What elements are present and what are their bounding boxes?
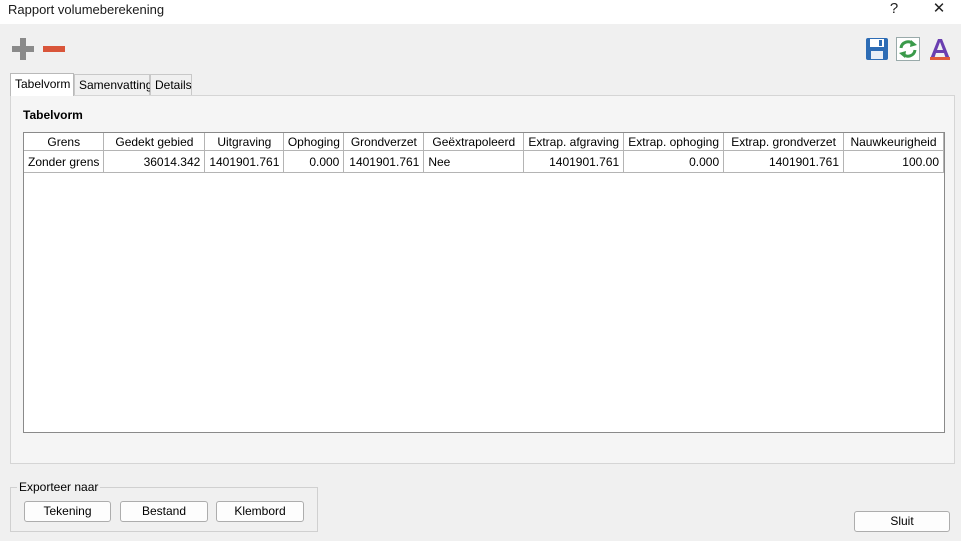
refresh-icon[interactable] xyxy=(895,36,921,62)
window-title: Rapport volumeberekening xyxy=(8,2,165,17)
table-cell: 1401901.761 xyxy=(723,150,845,173)
close-window-button[interactable]: ✕ xyxy=(921,0,957,20)
tab-details[interactable]: Details xyxy=(150,74,192,95)
column-header[interactable]: Grondverzet xyxy=(343,133,425,151)
column-header[interactable]: Grens xyxy=(24,133,105,151)
tab-panel: Tabelvorm Grens Gedekt gebied Uitgraving… xyxy=(10,95,955,464)
table-cell: 36014.342 xyxy=(103,150,206,173)
table-cell: Zonder grens xyxy=(24,150,105,173)
tab-samenvatting[interactable]: Samenvatting xyxy=(74,74,152,95)
column-header[interactable]: Extrap. afgraving xyxy=(523,133,625,151)
column-header[interactable]: Gedekt gebied xyxy=(103,133,206,151)
export-clipboard-button[interactable]: Klembord xyxy=(216,501,304,522)
font-icon[interactable] xyxy=(927,36,953,62)
table-cell: 1401901.761 xyxy=(523,150,625,173)
table-cell: 0.000 xyxy=(283,150,345,173)
column-header[interactable]: Extrap. ophoging xyxy=(623,133,725,151)
title-bar: Rapport volumeberekening ? ✕ xyxy=(0,0,961,24)
panel-title: Tabelvorm xyxy=(23,108,83,122)
table-cell: 0.000 xyxy=(623,150,725,173)
results-grid[interactable]: Grens Gedekt gebied Uitgraving Ophoging … xyxy=(23,132,945,433)
close-button[interactable]: Sluit xyxy=(854,511,950,532)
export-drawing-button[interactable]: Tekening xyxy=(24,501,111,522)
tab-tabelvorm[interactable]: Tabelvorm xyxy=(10,73,74,96)
export-file-button[interactable]: Bestand xyxy=(120,501,208,522)
save-icon[interactable] xyxy=(864,36,890,62)
column-header[interactable]: Uitgraving xyxy=(204,133,285,151)
column-header[interactable]: Geëxtrapoleerd xyxy=(423,133,525,151)
column-header[interactable]: Ophoging xyxy=(283,133,345,151)
help-button[interactable]: ? xyxy=(876,0,912,20)
table-cell: 1401901.761 xyxy=(204,150,285,173)
results-table: Grens Gedekt gebied Uitgraving Ophoging … xyxy=(24,133,944,173)
table-header-row: Grens Gedekt gebied Uitgraving Ophoging … xyxy=(24,133,944,151)
table-row[interactable]: Zonder grens 36014.342 1401901.761 0.000… xyxy=(24,150,944,173)
plus-icon[interactable] xyxy=(10,36,36,62)
minus-icon[interactable] xyxy=(41,36,67,62)
export-group: Exporteer naar Tekening Bestand Klembord xyxy=(10,480,318,532)
export-legend: Exporteer naar xyxy=(17,480,101,494)
table-cell: Nee xyxy=(423,150,525,173)
column-header[interactable]: Nauwkeurigheid xyxy=(843,133,944,151)
table-cell: 100.00 xyxy=(843,150,944,173)
table-cell: 1401901.761 xyxy=(343,150,425,173)
column-header[interactable]: Extrap. grondverzet xyxy=(723,133,845,151)
